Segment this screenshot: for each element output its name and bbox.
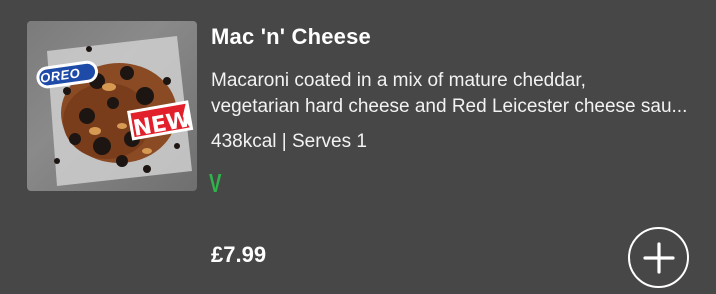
product-image[interactable]: OREO NEW bbox=[27, 21, 197, 191]
description-line-2: vegetarian hard cheese and Red Leicester… bbox=[211, 96, 688, 117]
product-description: Macaroni coated in a mix of mature chedd… bbox=[211, 68, 691, 120]
nutrition-servings: 438kcal | Serves 1 bbox=[211, 131, 367, 152]
description-line-1: Macaroni coated in a mix of mature chedd… bbox=[211, 70, 586, 91]
product-price: £7.99 bbox=[211, 242, 267, 267]
product-title[interactable]: Mac 'n' Cheese bbox=[211, 24, 371, 50]
vegetarian-icon: V bbox=[209, 168, 222, 198]
add-to-basket-button[interactable] bbox=[628, 227, 689, 288]
product-photo bbox=[36, 36, 194, 186]
plus-icon bbox=[642, 241, 675, 274]
menu-item-card[interactable]: OREO NEW Mac 'n' Cheese Macaroni coated … bbox=[0, 0, 716, 294]
